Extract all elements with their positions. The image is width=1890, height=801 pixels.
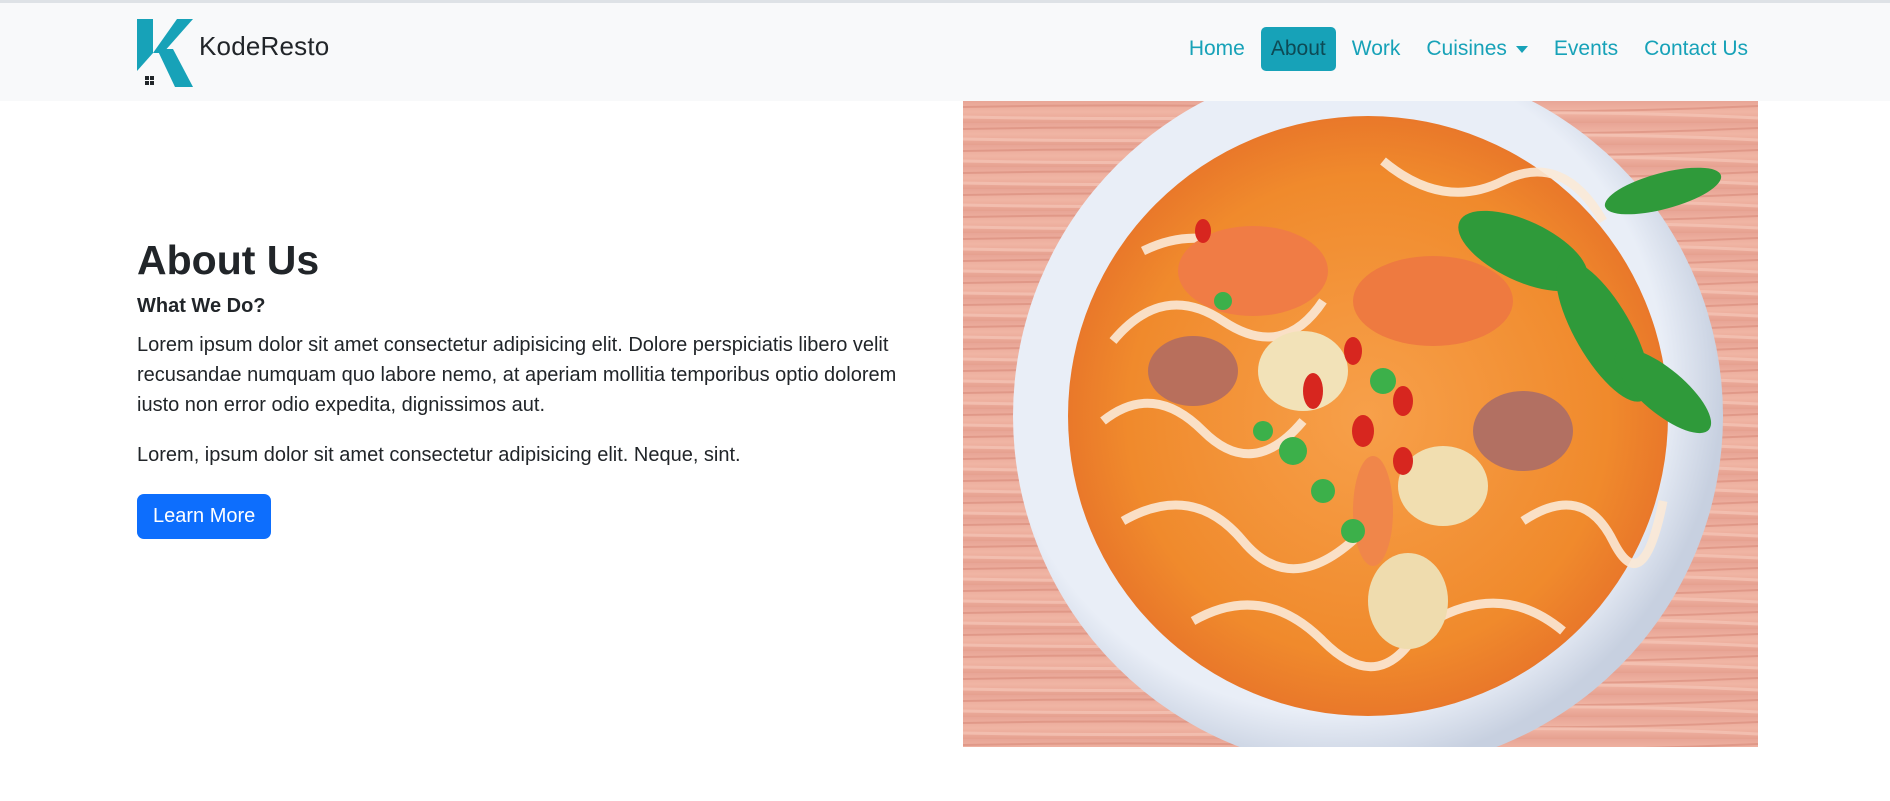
nav-about[interactable]: About <box>1260 27 1336 71</box>
k-logo-icon <box>137 19 193 87</box>
caret-down-icon <box>1515 45 1528 53</box>
food-image <box>963 101 1758 747</box>
brand-name: KodeResto <box>199 31 330 61</box>
nav-cuisines-dropdown[interactable]: Cuisines <box>1416 27 1538 71</box>
nav-menu: Home About Work Cuisines Events Contact … <box>1179 27 1758 71</box>
section-subtitle: What We Do? <box>137 295 266 318</box>
brand[interactable]: KodeResto <box>137 19 329 87</box>
about-paragraph-1: Lorem ipsum dolor sit amet consectetur a… <box>137 334 897 417</box>
nav-home[interactable]: Home <box>1179 27 1255 71</box>
page-title: About Us <box>137 237 320 283</box>
nav-work[interactable]: Work <box>1342 27 1411 71</box>
nav-cuisines-label: Cuisines <box>1426 37 1507 60</box>
nav-events[interactable]: Events <box>1544 27 1628 71</box>
navbar: KodeResto Home About Work Cuisines Event… <box>0 3 1890 101</box>
about-paragraph-2: Lorem, ipsum dolor sit amet consectetur … <box>137 444 741 467</box>
about-section: About Us What We Do? Lorem ipsum dolor s… <box>137 236 917 540</box>
nav-contact[interactable]: Contact Us <box>1634 27 1758 71</box>
learn-more-button[interactable]: Learn More <box>137 494 272 540</box>
